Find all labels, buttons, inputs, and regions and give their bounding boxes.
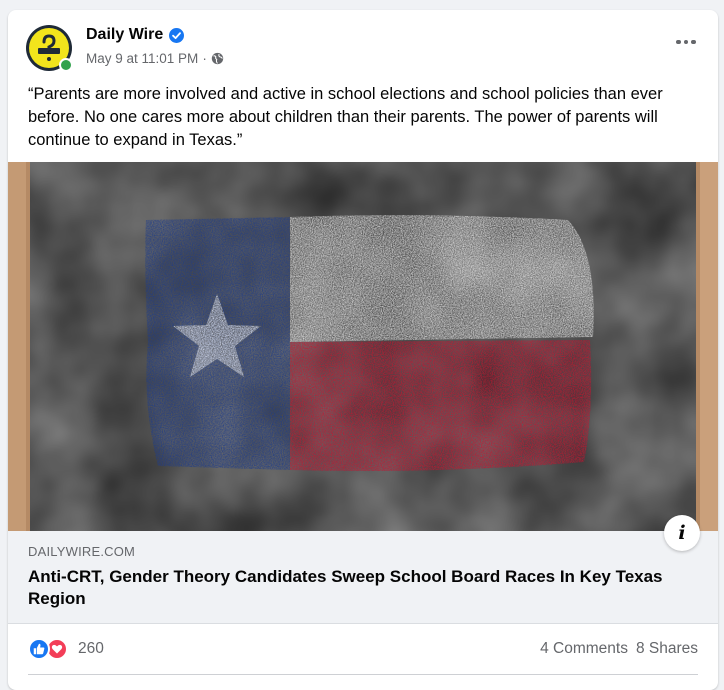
shares-count[interactable]: 8 Shares — [636, 640, 698, 658]
like-icon — [28, 638, 50, 660]
engagement-stats: 4 Comments 8 Shares — [540, 640, 698, 658]
info-button[interactable]: i — [664, 515, 700, 551]
globe-icon[interactable] — [211, 52, 224, 65]
post-text: “Parents are more involved and active in… — [28, 85, 663, 149]
more-options-icon — [676, 39, 681, 45]
more-options-button[interactable] — [672, 32, 700, 52]
post-image[interactable] — [8, 162, 718, 531]
page-avatar[interactable] — [26, 25, 73, 72]
action-divider — [28, 674, 698, 675]
post-card: Daily Wire May 9 at 11:01 PM · “Parents … — [8, 10, 718, 690]
link-domain: DAILYWIRE.COM — [28, 544, 136, 559]
link-preview[interactable]: DAILYWIRE.COM Anti-CRT, Gender Theory Ca… — [8, 531, 718, 624]
meta-separator: · — [202, 51, 207, 66]
reactions-summary[interactable]: 260 — [28, 638, 104, 660]
comments-count[interactable]: 4 Comments — [540, 640, 628, 658]
link-title[interactable]: Anti-CRT, Gender Theory Candidates Sweep… — [28, 566, 688, 610]
page-name[interactable]: Daily Wire — [86, 26, 163, 44]
post-timestamp[interactable]: May 9 at 11:01 PM — [86, 51, 198, 66]
verified-badge-icon — [169, 27, 185, 43]
online-status-dot — [59, 58, 73, 72]
info-icon: i — [678, 522, 686, 544]
post-header: Daily Wire May 9 at 11:01 PM · — [8, 10, 718, 76]
reaction-count: 260 — [78, 640, 104, 657]
